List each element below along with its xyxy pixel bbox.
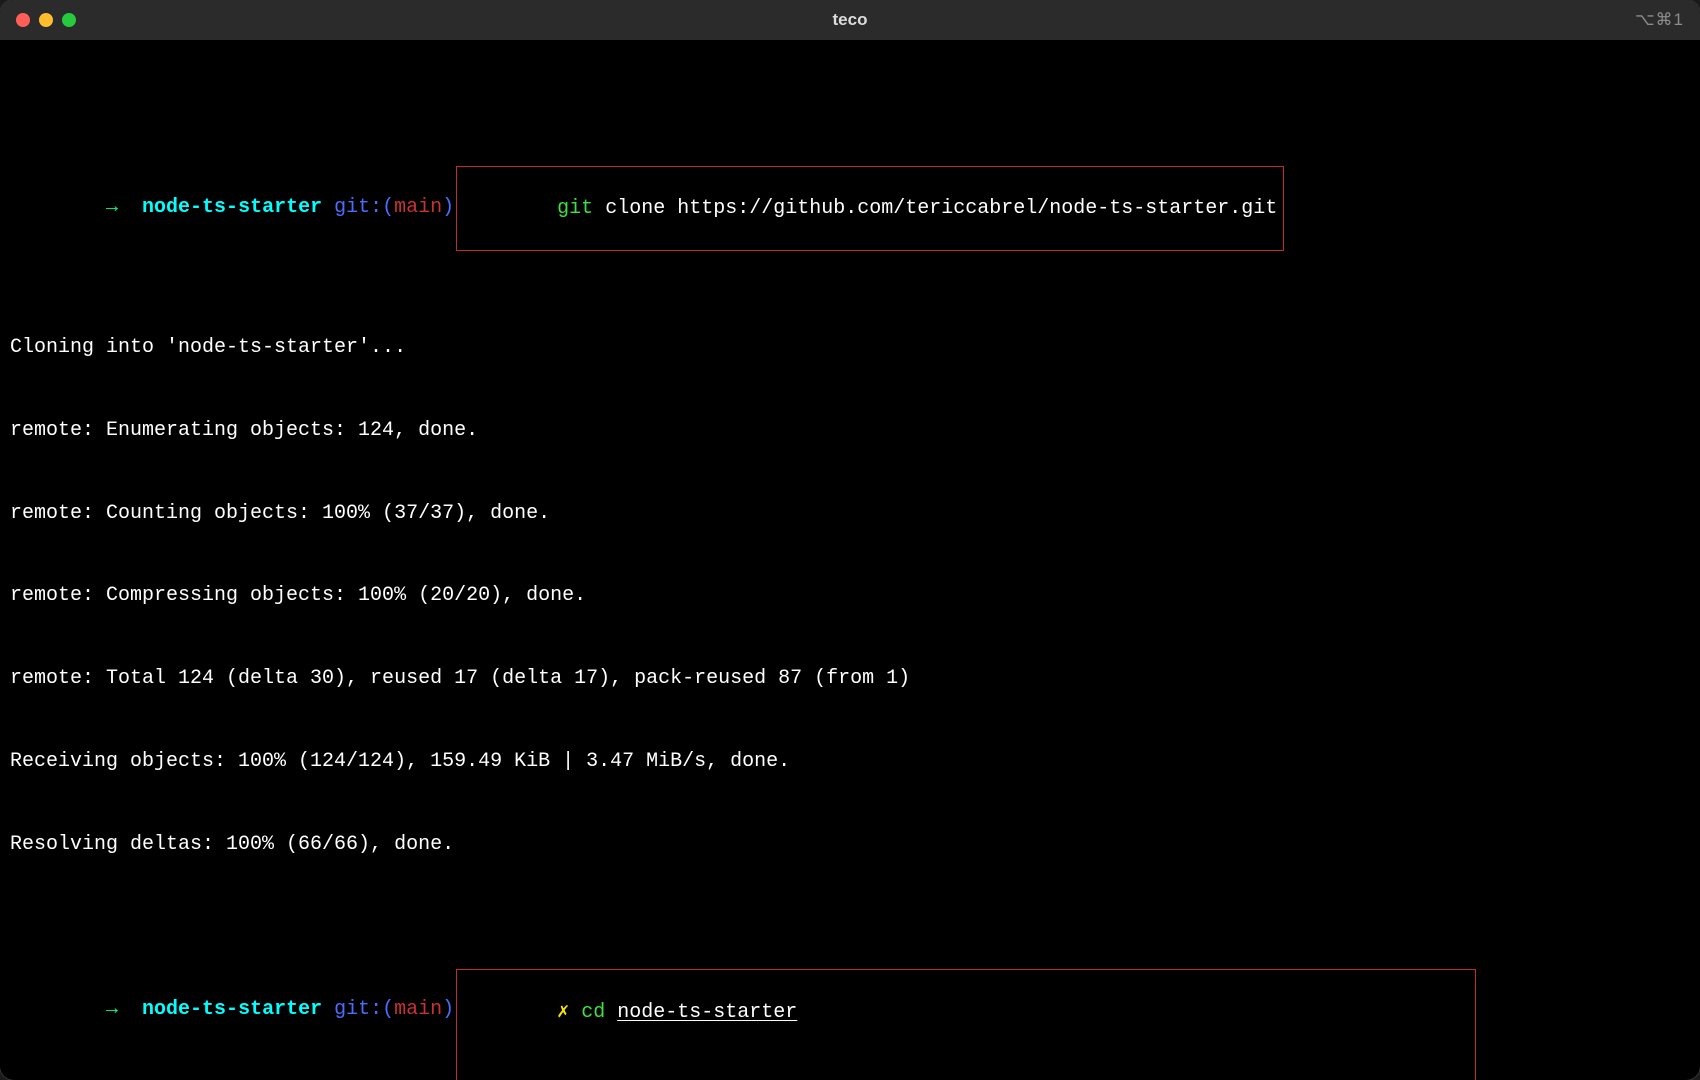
prompt-arrow-icon: → [106, 196, 118, 219]
prompt-git-close: ) [442, 196, 454, 219]
prompt-git-label: git:( [334, 196, 394, 219]
cmd-args: clone https://github.com/tericcabrel/nod… [605, 197, 1277, 220]
close-button[interactable] [16, 13, 30, 27]
prompt-arrow-icon: → [106, 998, 118, 1021]
prompt-dir: node-ts-starter [142, 998, 322, 1021]
output-line: Resolving deltas: 100% (66/66), done. [10, 831, 1690, 859]
prompt-dir: node-ts-starter [142, 196, 322, 219]
titlebar: teco ⌥⌘1 [0, 0, 1700, 40]
output-line: remote: Enumerating objects: 124, done. [10, 417, 1690, 445]
terminal-window: teco ⌥⌘1 → node-ts-starter git:(main) gi… [0, 0, 1700, 1080]
prompt-line: → node-ts-starter git:(main) git clone h… [10, 166, 1690, 251]
highlight-box-setup: ✗ cd node-ts-starter cp .env.example .en… [456, 969, 1476, 1080]
output-line: remote: Compressing objects: 100% (20/20… [10, 582, 1690, 610]
cmd-bin: git [557, 197, 593, 220]
prompt-git-close: ) [442, 998, 454, 1021]
zoom-button[interactable] [62, 13, 76, 27]
window-hotkey-hint: ⌥⌘1 [1635, 8, 1684, 31]
output-line: remote: Counting objects: 100% (37/37), … [10, 500, 1690, 528]
prompt-git-label: git:( [334, 998, 394, 1021]
traffic-lights [16, 13, 76, 27]
terminal-body[interactable]: → node-ts-starter git:(main) git clone h… [0, 40, 1700, 1080]
window-title: teco [0, 8, 1700, 31]
output-line: remote: Total 124 (delta 30), reused 17 … [10, 665, 1690, 693]
prompt-branch: main [394, 196, 442, 219]
cmd-arg: node-ts-starter [617, 1001, 797, 1024]
output-line: Receiving objects: 100% (124/124), 159.4… [10, 748, 1690, 776]
prompt-dirty-icon: ✗ [557, 1001, 569, 1024]
prompt-branch: main [394, 998, 442, 1021]
minimize-button[interactable] [39, 13, 53, 27]
prompt-line-group: → node-ts-starter git:(main) → node-ts-s… [10, 969, 1690, 1080]
highlight-box-clone: git clone https://github.com/tericcabrel… [456, 166, 1284, 251]
output-line: Cloning into 'node-ts-starter'... [10, 334, 1690, 362]
cmd-bin: cd [581, 1001, 605, 1024]
